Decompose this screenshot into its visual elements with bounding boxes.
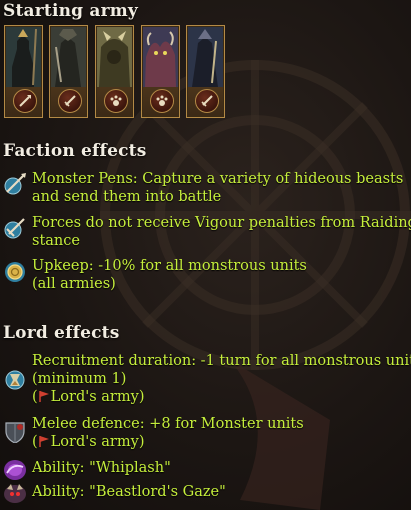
unit-portrait bbox=[6, 27, 41, 87]
unit-card[interactable] bbox=[95, 25, 134, 118]
unit-card[interactable] bbox=[141, 25, 180, 118]
effect-line: Ability: "Beastlord's Gaze" bbox=[32, 484, 226, 500]
spear-target-icon bbox=[4, 173, 26, 195]
sword-shield-icon bbox=[4, 218, 25, 239]
scope-label: Lord's army bbox=[50, 389, 139, 405]
beast-paw-icon bbox=[104, 89, 128, 113]
army-flag-icon bbox=[38, 436, 49, 447]
effect-scope: (Lord's army) bbox=[32, 434, 145, 450]
unit-portrait bbox=[143, 27, 178, 87]
effect-scope: (Lord's army) bbox=[32, 389, 145, 405]
beast-gaze-icon bbox=[4, 484, 26, 503]
unit-portrait bbox=[51, 27, 86, 87]
effect-line: Recruitment duration: -1 turn for all mo… bbox=[32, 353, 411, 369]
effect-line: and send them into battle bbox=[32, 189, 222, 205]
scope-label: Lord's army bbox=[50, 434, 139, 450]
lord-effects-title: Lord effects bbox=[3, 323, 120, 343]
whip-icon bbox=[4, 460, 26, 480]
beast-paw-icon bbox=[150, 89, 174, 113]
effect-line: Ability: "Whiplash" bbox=[32, 460, 171, 476]
effect-line: (minimum 1) bbox=[32, 371, 127, 387]
sword-icon bbox=[195, 89, 219, 113]
effect-line: (all armies) bbox=[32, 276, 116, 292]
unit-card[interactable] bbox=[49, 25, 88, 118]
effect-line: Monster Pens: Capture a variety of hideo… bbox=[32, 171, 404, 187]
effect-line: stance bbox=[32, 233, 80, 249]
sword-icon bbox=[58, 89, 82, 113]
starting-army-title: Starting army bbox=[3, 1, 139, 21]
unit-portrait bbox=[188, 27, 223, 87]
effect-line: Upkeep: -10% for all monstrous units bbox=[32, 258, 307, 274]
coin-icon bbox=[5, 262, 25, 282]
army-flag-icon bbox=[38, 391, 49, 402]
unit-card[interactable] bbox=[4, 25, 43, 118]
starting-army-units bbox=[4, 25, 229, 118]
spear-icon bbox=[13, 89, 37, 113]
faction-effects-title: Faction effects bbox=[3, 141, 147, 161]
effect-line: Forces do not receive Vigour penalties f… bbox=[32, 215, 411, 231]
unit-portrait bbox=[97, 27, 132, 87]
shield-icon bbox=[5, 422, 25, 443]
unit-card[interactable] bbox=[186, 25, 225, 118]
recruitment-icon bbox=[5, 370, 25, 390]
effect-line: Melee defence: +8 for Monster units bbox=[32, 416, 304, 432]
